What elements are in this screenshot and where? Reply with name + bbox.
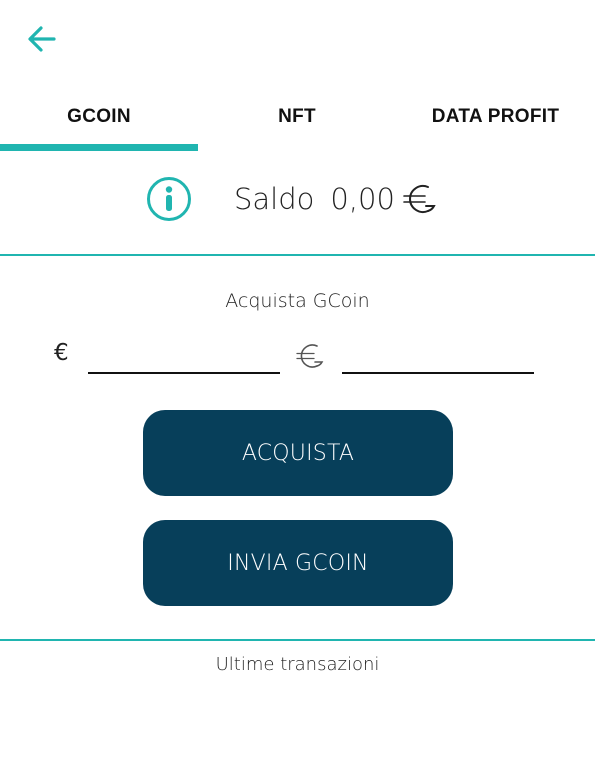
send-gcoin-button[interactable]: INVIA GCOIN (143, 520, 453, 606)
tab-bar: GCOIN NFT DATA PROFIT (0, 95, 595, 153)
gcoin-symbol-icon (296, 344, 324, 368)
recent-transactions-title: Ultime transazioni (215, 654, 380, 675)
gcoin-symbol-icon (403, 185, 436, 213)
balance-label: Saldo (234, 182, 315, 216)
euro-symbol: € (54, 340, 69, 366)
gcoin-amount-input[interactable] (342, 344, 534, 374)
back-button[interactable] (24, 22, 60, 56)
balance-row: Saldo 0,00 (146, 174, 441, 224)
section-divider (0, 639, 595, 641)
tab-gcoin[interactable]: GCOIN (0, 95, 198, 139)
buy-button[interactable]: ACQUISTA (143, 410, 453, 496)
tab-nft[interactable]: NFT (198, 95, 396, 139)
balance-value: 0,00 (330, 182, 395, 216)
section-divider (0, 254, 595, 256)
eur-amount-input[interactable] (88, 344, 280, 374)
tab-data-profit[interactable]: DATA PROFIT (396, 95, 595, 139)
info-icon[interactable] (146, 176, 192, 222)
purchase-title: Acquista GCoin (225, 290, 370, 312)
currency-converter: € (0, 338, 595, 378)
arrow-left-icon (28, 26, 56, 52)
active-tab-indicator (0, 144, 198, 151)
